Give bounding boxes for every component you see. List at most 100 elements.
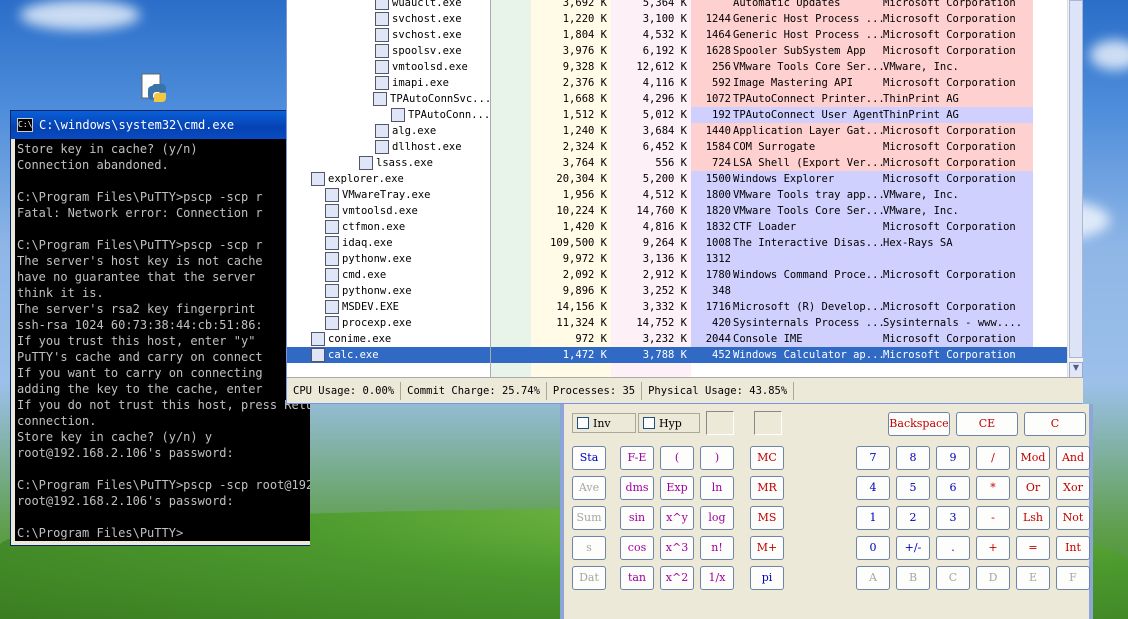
calc-key-button[interactable]: +/- — [896, 536, 930, 560]
process-grid-row[interactable]: 1,472 K 3,788 K 452 Windows Calculator ap..… — [491, 347, 1067, 363]
calc-key-button[interactable]: n! — [700, 536, 734, 560]
calc-key-button[interactable]: A — [856, 566, 890, 590]
calc-key-button[interactable]: = — [1016, 536, 1050, 560]
calc-key-button[interactable]: 4 — [856, 476, 890, 500]
calc-key-button[interactable]: MR — [750, 476, 784, 500]
hyp-checkbox[interactable]: Hyp — [638, 413, 700, 433]
scroll-down-arrow-icon[interactable]: ▼ — [1069, 362, 1083, 378]
calc-key-button[interactable]: 3 — [936, 506, 970, 530]
process-tree-row[interactable]: vmtoolsd.exe — [287, 59, 490, 75]
calc-key-button[interactable]: Sum — [572, 506, 606, 530]
process-tree-row[interactable]: wuauclt.exe — [287, 0, 490, 11]
calc-key-button[interactable]: Mod — [1016, 446, 1050, 470]
calc-key-button[interactable]: x^y — [660, 506, 694, 530]
calc-key-button[interactable]: 6 — [936, 476, 970, 500]
process-grid-row[interactable]: 2,376 K 4,116 K 592 Image Mastering API Micr… — [491, 75, 1067, 91]
calc-key-button[interactable]: Xor — [1056, 476, 1090, 500]
calc-key-button[interactable]: E — [1016, 566, 1050, 590]
calc-key-button[interactable]: Lsh — [1016, 506, 1050, 530]
calc-key-button[interactable]: + — [976, 536, 1010, 560]
calc-key-button[interactable]: 8 — [896, 446, 930, 470]
process-tree-row[interactable]: TPAutoConnSvc... — [287, 91, 490, 107]
calc-key-button[interactable]: F-E — [620, 446, 654, 470]
clear-button[interactable]: C — [1024, 412, 1086, 436]
calc-key-button[interactable]: x^2 — [660, 566, 694, 590]
process-grid-row[interactable]: 1,220 K 3,100 K 1244 Generic Host Process .… — [491, 11, 1067, 27]
calc-key-button[interactable]: Not — [1056, 506, 1090, 530]
process-explorer-window[interactable]: wuauclt.exe svchost.exe svchost.exe spoolsv… — [286, 0, 1083, 404]
calc-key-button[interactable]: Sta — [572, 446, 606, 470]
calc-key-button[interactable]: And — [1056, 446, 1090, 470]
process-grid-row[interactable]: 1,512 K 5,012 K 192 TPAutoConnect User Agen… — [491, 107, 1067, 123]
process-grid-row[interactable]: 10,224 K 14,760 K 1820 VMware Tools Core Se… — [491, 203, 1067, 219]
process-grid-row[interactable]: 11,324 K 14,752 K 420 Sysinternals Process … — [491, 315, 1067, 331]
process-grid-row[interactable]: 9,972 K 3,136 K 1312 — [491, 251, 1067, 267]
calc-key-button[interactable]: ( — [660, 446, 694, 470]
process-tree-row[interactable]: idaq.exe — [287, 235, 490, 251]
calc-key-button[interactable]: sin — [620, 506, 654, 530]
calc-key-button[interactable]: 2 — [896, 506, 930, 530]
backspace-button[interactable]: Backspace — [888, 412, 950, 436]
process-grid-row[interactable]: 2,092 K 2,912 K 1780 Windows Command Proce.… — [491, 267, 1067, 283]
calc-key-button[interactable]: cos — [620, 536, 654, 560]
process-grid-row[interactable]: 2,324 K 6,452 K 1584 COM Surrogate Microsoft… — [491, 139, 1067, 155]
calc-key-button[interactable]: . — [936, 536, 970, 560]
process-tree-row[interactable]: MSDEV.EXE — [287, 299, 490, 315]
calculator-window[interactable]: Inv Hyp Backspace C E C Sta F-E() MC 7 8 9/Mod… — [560, 404, 1093, 619]
process-grid-row[interactable]: 3,976 K 6,192 K 1628 Spooler SubSystem App M… — [491, 43, 1067, 59]
calc-key-button[interactable]: 7 — [856, 446, 890, 470]
process-grid-row[interactable]: 1,420 K 4,816 K 1832 CTF Loader Microsoft Co… — [491, 219, 1067, 235]
process-grid-row[interactable]: 972 K 3,232 K 2044 Console IME Microsoft Cor… — [491, 331, 1067, 347]
calc-key-button[interactable]: Exp — [660, 476, 694, 500]
process-tree-row[interactable]: VMwareTray.exe — [287, 187, 490, 203]
scrollbar-thumb[interactable] — [1069, 0, 1083, 358]
process-grid-row[interactable]: 1,668 K 4,296 K 1072 TPAutoConnect Printer.… — [491, 91, 1067, 107]
process-grid-row[interactable]: 3,764 K 556 K 724 LSA Shell (Export Ver... M… — [491, 155, 1067, 171]
calc-key-button[interactable]: D — [976, 566, 1010, 590]
cmd-titlebar[interactable]: C:\ C:\windows\system32\cmd.exe — [11, 111, 310, 139]
calc-key-button[interactable]: pi — [750, 566, 784, 590]
process-tree-row[interactable]: ctfmon.exe — [287, 219, 490, 235]
process-tree-row[interactable]: procexp.exe — [287, 315, 490, 331]
process-tree-row[interactable]: svchost.exe — [287, 27, 490, 43]
process-grid[interactable]: 3,692 K 5,364 K Automatic Updates Microsoft… — [491, 0, 1067, 378]
calc-key-button[interactable]: ln — [700, 476, 734, 500]
calc-key-button[interactable]: dms — [620, 476, 654, 500]
process-tree-row[interactable]: alg.exe — [287, 123, 490, 139]
process-tree[interactable]: wuauclt.exe svchost.exe svchost.exe spoolsv… — [287, 0, 491, 378]
process-tree-row[interactable]: cmd.exe — [287, 267, 490, 283]
calc-key-button[interactable]: * — [976, 476, 1010, 500]
calc-key-button[interactable]: 9 — [936, 446, 970, 470]
process-grid-row[interactable]: 14,156 K 3,332 K 1716 Microsoft (R) Develop… — [491, 299, 1067, 315]
process-grid-row[interactable]: 109,500 K 9,264 K 1008 The Interactive Disa… — [491, 235, 1067, 251]
process-tree-row[interactable]: pythonw.exe — [287, 283, 490, 299]
calc-key-button[interactable]: tan — [620, 566, 654, 590]
calc-key-button[interactable]: B — [896, 566, 930, 590]
calc-key-button[interactable]: x^3 — [660, 536, 694, 560]
calc-key-button[interactable]: 0 — [856, 536, 890, 560]
calc-key-button[interactable]: / — [976, 446, 1010, 470]
calc-key-button[interactable]: Dat — [572, 566, 606, 590]
process-grid-row[interactable]: 9,328 K 12,612 K 256 VMware Tools Core Ser.… — [491, 59, 1067, 75]
process-grid-row[interactable]: 1,240 K 3,684 K 1440 Application Layer Gat.… — [491, 123, 1067, 139]
calc-key-button[interactable]: ) — [700, 446, 734, 470]
cmd-console[interactable]: Store key in cache? (y/n) Connection aban… — [15, 139, 310, 541]
calc-key-button[interactable]: C — [936, 566, 970, 590]
process-tree-row[interactable]: lsass.exe — [287, 155, 490, 171]
calc-key-button[interactable]: MS — [750, 506, 784, 530]
calc-key-button[interactable]: MC — [750, 446, 784, 470]
process-tree-row[interactable]: calc.exe — [287, 347, 490, 363]
calc-key-button[interactable]: Ave — [572, 476, 606, 500]
process-tree-row[interactable]: svchost.exe — [287, 11, 490, 27]
process-tree-row[interactable]: conime.exe — [287, 331, 490, 347]
process-tree-row[interactable]: pythonw.exe — [287, 251, 490, 267]
calc-key-button[interactable]: 1 — [856, 506, 890, 530]
process-tree-row[interactable]: vmtoolsd.exe — [287, 203, 490, 219]
calc-key-button[interactable]: log — [700, 506, 734, 530]
calc-key-button[interactable]: Int — [1056, 536, 1090, 560]
inv-checkbox[interactable]: Inv — [572, 413, 636, 433]
process-tree-row[interactable]: spoolsv.exe — [287, 43, 490, 59]
calc-key-button[interactable]: M+ — [750, 536, 784, 560]
process-grid-row[interactable]: 9,896 K 3,252 K 348 — [491, 283, 1067, 299]
process-tree-row[interactable]: dllhost.exe — [287, 139, 490, 155]
